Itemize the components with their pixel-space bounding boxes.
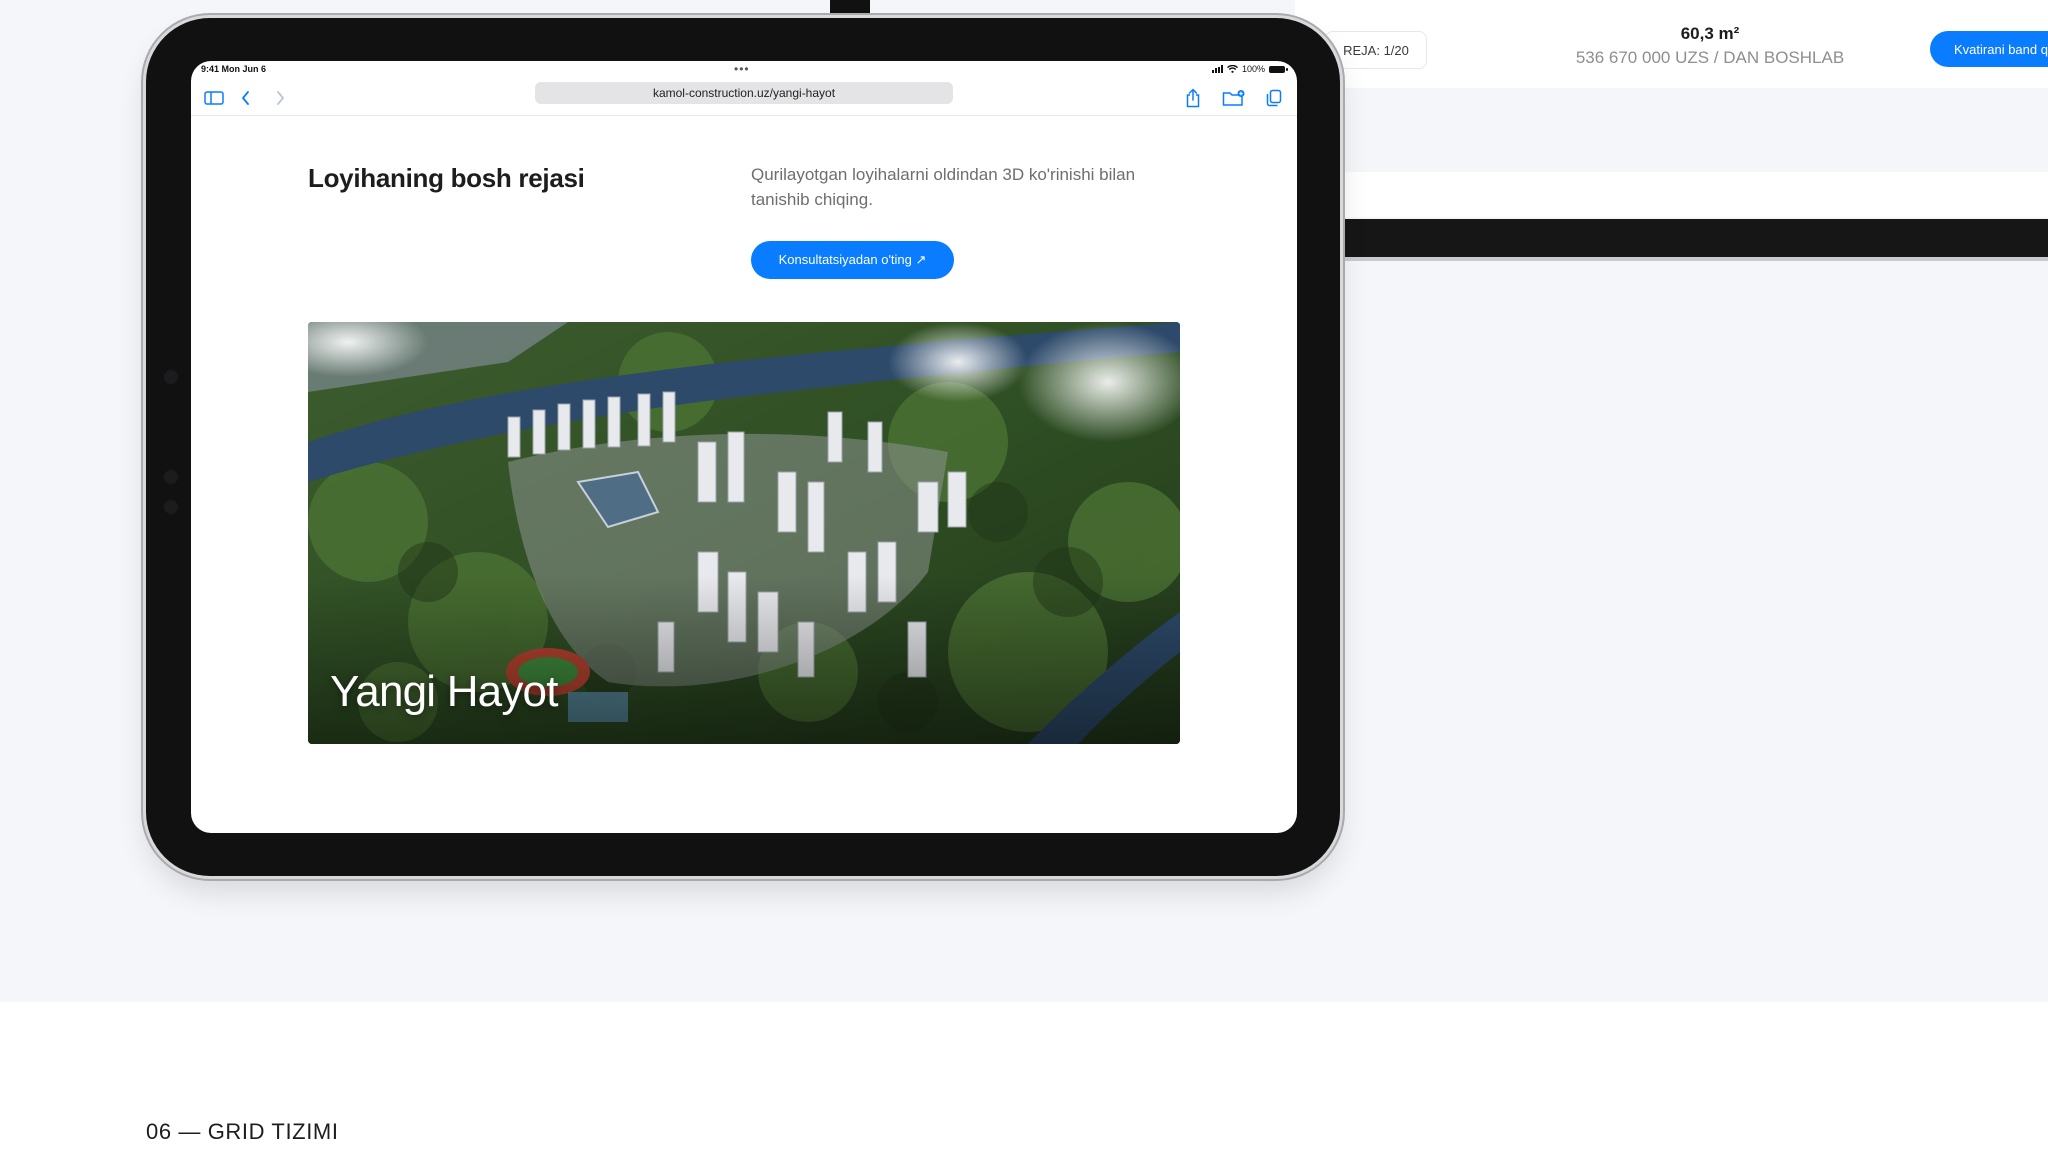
add-tab-icon[interactable] bbox=[1222, 86, 1246, 110]
hero-title: Yangi Hayot bbox=[330, 667, 558, 716]
background-device-edge bbox=[830, 0, 870, 18]
battery-icon bbox=[1269, 65, 1288, 73]
status-indicators: 100% bbox=[1211, 64, 1288, 74]
background-device-band bbox=[1340, 172, 2048, 217]
apartment-area: 60,3 m² bbox=[1680, 24, 1740, 43]
status-bar: 9:41 Mon Jun 6 ••• 100% bbox=[191, 61, 1297, 79]
plan-badge[interactable]: REJA: 1/20 bbox=[1325, 31, 1427, 69]
back-icon[interactable] bbox=[234, 86, 258, 110]
battery-percent: 100% bbox=[1241, 64, 1265, 74]
wifi-icon bbox=[1226, 65, 1238, 73]
consultation-button[interactable]: Konsultatsiyadan o'ting ↗ bbox=[751, 241, 954, 279]
status-time: 9:41 Mon Jun 6 bbox=[201, 64, 267, 74]
presentation-stage: REJA: 1/20 60,3 m² 536 670 000 UZS / DAN… bbox=[0, 0, 2048, 1002]
tablet-screen: 9:41 Mon Jun 6 ••• 100% kamol-constructi… bbox=[191, 61, 1297, 833]
address-bar[interactable]: kamol-construction.uz/yangi-hayot bbox=[535, 82, 953, 104]
section-label: 06 — GRID TIZIMI bbox=[146, 1119, 339, 1144]
forward-icon[interactable] bbox=[268, 86, 292, 110]
sidebar-icon[interactable] bbox=[202, 86, 226, 110]
tabs-icon[interactable] bbox=[1262, 86, 1286, 110]
apartment-price: 536 670 000 UZS / DAN BOSHLAB bbox=[1575, 48, 1845, 67]
background-device-bezel bbox=[1340, 219, 2048, 261]
browser-toolbar: kamol-construction.uz/yangi-hayot bbox=[191, 81, 1297, 116]
more-dots-icon[interactable]: ••• bbox=[734, 62, 750, 76]
reserve-apartment-button[interactable]: Kvatirani band q bbox=[1930, 31, 2048, 67]
cellular-signal-icon bbox=[1211, 65, 1223, 73]
page-title: Loyihaning bosh rejasi bbox=[308, 163, 585, 193]
page-description: Qurilayotgan loyihalarni oldindan 3D ko'… bbox=[751, 165, 1136, 209]
share-icon[interactable] bbox=[1181, 86, 1205, 110]
masterplan-hero-image[interactable]: Yangi Hayot bbox=[308, 322, 1180, 744]
